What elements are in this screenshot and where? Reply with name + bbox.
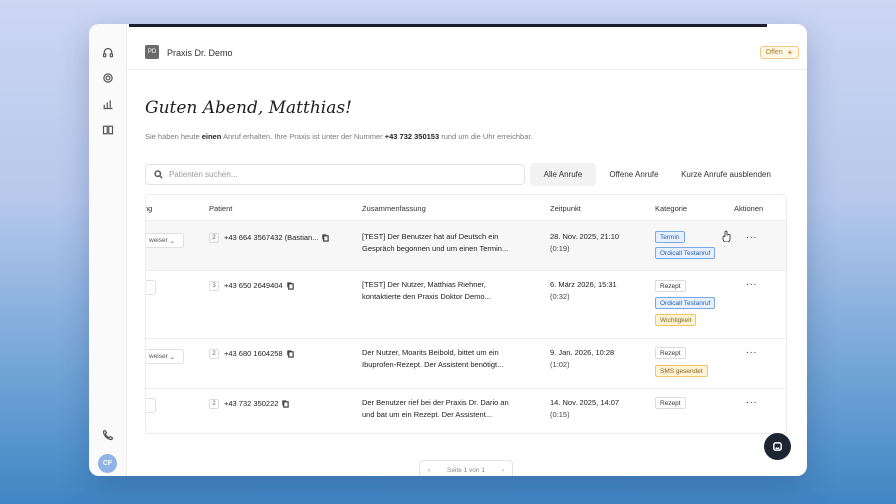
intro-text: Sie haben heute einen Anruf erhalten. Ih… [145,132,533,141]
filter-open-calls[interactable]: Offene Anrufe [602,163,666,186]
table-row[interactable]: 3 +43 650 2649404 [TEST] Der Nutzer, Matt… [146,271,786,339]
copy-icon[interactable] [282,400,290,408]
column-header: ng [146,204,153,213]
table-row[interactable]: weiser ⌄ 2 +43 680 1604258 Der Nutzer, Mo… [146,339,786,389]
sun-icon: ☀ [786,49,793,57]
row-actions-button[interactable]: ... [746,395,757,406]
patient-cell: 2 +43 732 350222 [209,398,290,410]
time-cell: 28. Nov. 2025, 21:10 (0:19) [550,232,620,253]
category-tag: SMS gesendet [655,365,708,377]
call-count-badge: 2 [209,233,219,244]
patient-cell: 2 +43 680 1604258 [209,348,294,360]
book-icon[interactable] [100,122,116,138]
gear-icon[interactable] [100,70,116,86]
headset-icon[interactable] [100,45,116,61]
patient-cell: 3 +43 650 2649404 [209,280,294,292]
table-header: ng Patient Zusammenfassung Zeitpunkt Kat… [146,195,786,221]
chat-icon [773,442,782,451]
time-cell: 9. Jan. 2026, 10:28 (1:02) [550,348,615,369]
page-indicator: Seite 1 von 1 [447,467,485,474]
filter-hide-short-calls[interactable]: Kurze Anrufe ausblenden [674,163,778,186]
category-tag: Rezept [655,280,686,292]
chat-button[interactable] [764,433,791,460]
sidebar-rail: CF [89,24,127,476]
assignee-select[interactable] [146,398,156,413]
hand-cursor-icon [722,230,731,242]
column-header: Kategorie [655,204,688,213]
call-count-badge: 3 [209,281,219,292]
time-cell: 6. März 2026, 15:31 (0:32) [550,280,617,301]
copy-icon[interactable] [286,350,294,358]
call-count-badge: 2 [209,399,219,410]
assignee-select[interactable]: weiser ⌄ [146,233,184,248]
table-row[interactable]: 2 +43 732 350222 Der Benutzer rief bei de… [146,389,786,433]
category-tag: Rezept [655,397,686,409]
search-box[interactable] [145,164,525,185]
row-actions-button[interactable]: ... [746,277,757,288]
category-tag: Rezept [655,347,686,359]
status-label: Offen [765,49,783,56]
table-row[interactable]: weiser ⌄ 2 +43 664 3567432 (Bastian... [T… [146,221,786,271]
phone-icon[interactable] [100,427,116,443]
top-bar: PD Praxis Dr. Demo Offen ☀ [127,24,807,70]
assignee-select[interactable]: weiser ⌄ [146,349,184,364]
chart-icon[interactable] [100,96,116,112]
column-header: Zeitpunkt [550,204,581,213]
assignee-select[interactable] [146,280,156,295]
filter-all-calls[interactable]: Alle Anrufe [530,163,596,186]
category-tag: Ordicall Testanruf [655,247,716,259]
app-window: CF PD Praxis Dr. Demo Offen ☀ Guten Aben… [89,24,807,476]
category-tag: Termin [655,231,685,243]
practice-name: Praxis Dr. Demo [167,48,233,58]
status-badge[interactable]: Offen ☀ [759,46,799,59]
column-header: Patient [209,204,233,213]
copy-icon[interactable] [322,234,330,242]
summary-cell: [TEST] Der Benutzer hat auf Deutsch ein G… [362,232,509,253]
prev-page-button[interactable]: ‹ [428,467,430,474]
search-icon [154,166,163,184]
column-header: Aktionen [734,204,764,213]
patient-cell: 2 +43 664 3567432 (Bastian... [209,232,330,244]
summary-cell: Der Benutzer rief bei der Praxis Dr. Dar… [362,398,509,419]
call-count-badge: 2 [209,349,219,360]
copy-icon[interactable] [286,282,294,290]
summary-cell: [TEST] Der Nutzer, Matthias Riehner, kont… [362,280,491,301]
summary-cell: Der Nutzer, Moarits Beibold, bittet um e… [362,348,504,369]
next-page-button[interactable]: › [502,467,504,474]
search-input[interactable] [169,170,524,179]
column-header: Zusammenfassung [362,204,426,213]
category-tag: Wichtigkeit [655,314,697,326]
pagination: ‹ Seite 1 von 1 › [419,460,513,476]
category-tag: Ordicall Testanruf [655,297,716,309]
time-cell: 14. Nov. 2025, 14:07 (0:15) [550,398,620,419]
calls-table: ng Patient Zusammenfassung Zeitpunkt Kat… [145,194,787,434]
avatar[interactable]: CF [98,454,117,473]
page-title: Guten Abend, Matthias! [145,98,352,118]
practice-logo: PD [145,45,159,59]
row-actions-button[interactable]: ... [746,230,757,241]
row-actions-button[interactable]: ... [746,345,757,356]
